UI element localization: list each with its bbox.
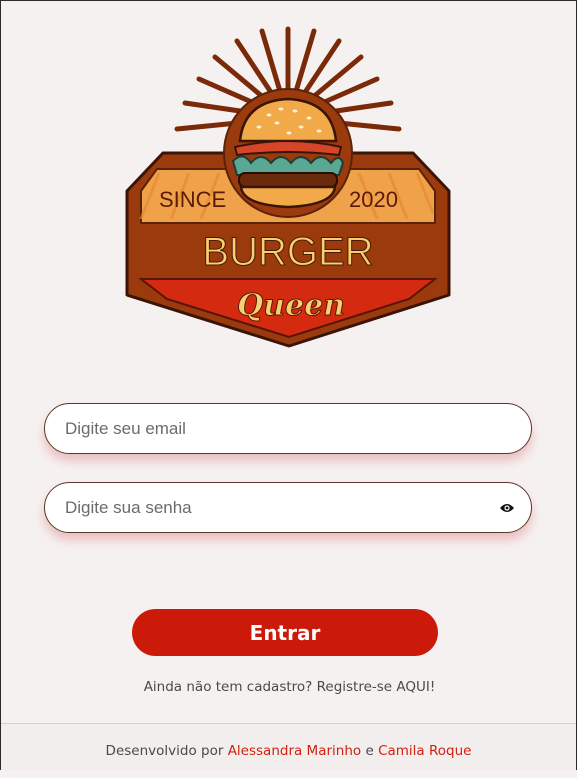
author-link-camila[interactable]: Camila Roque bbox=[378, 743, 471, 759]
login-button[interactable]: Entrar bbox=[132, 609, 438, 656]
email-input[interactable] bbox=[65, 404, 475, 453]
logo-year: 2020 bbox=[349, 187, 398, 212]
logo-brand: BURGER bbox=[202, 230, 373, 274]
password-input[interactable] bbox=[65, 483, 475, 532]
email-field[interactable] bbox=[44, 403, 532, 454]
author-link-alessandra[interactable]: Alessandra Marinho bbox=[228, 743, 361, 759]
footer-conjunction: e bbox=[365, 743, 374, 759]
eye-icon[interactable] bbox=[499, 502, 515, 514]
burger-queen-logo: SINCE 2020 BURGER Queen bbox=[125, 26, 451, 348]
register-link[interactable]: Ainda não tem cadastro? Registre-se AQUI… bbox=[1, 679, 577, 695]
logo-since: SINCE bbox=[159, 187, 226, 212]
footer-prefix: Desenvolvido por bbox=[105, 743, 224, 759]
footer: Desenvolvido por Alessandra Marinho e Ca… bbox=[1, 723, 576, 770]
password-field[interactable] bbox=[44, 482, 532, 533]
logo-script: Queen bbox=[237, 288, 345, 323]
